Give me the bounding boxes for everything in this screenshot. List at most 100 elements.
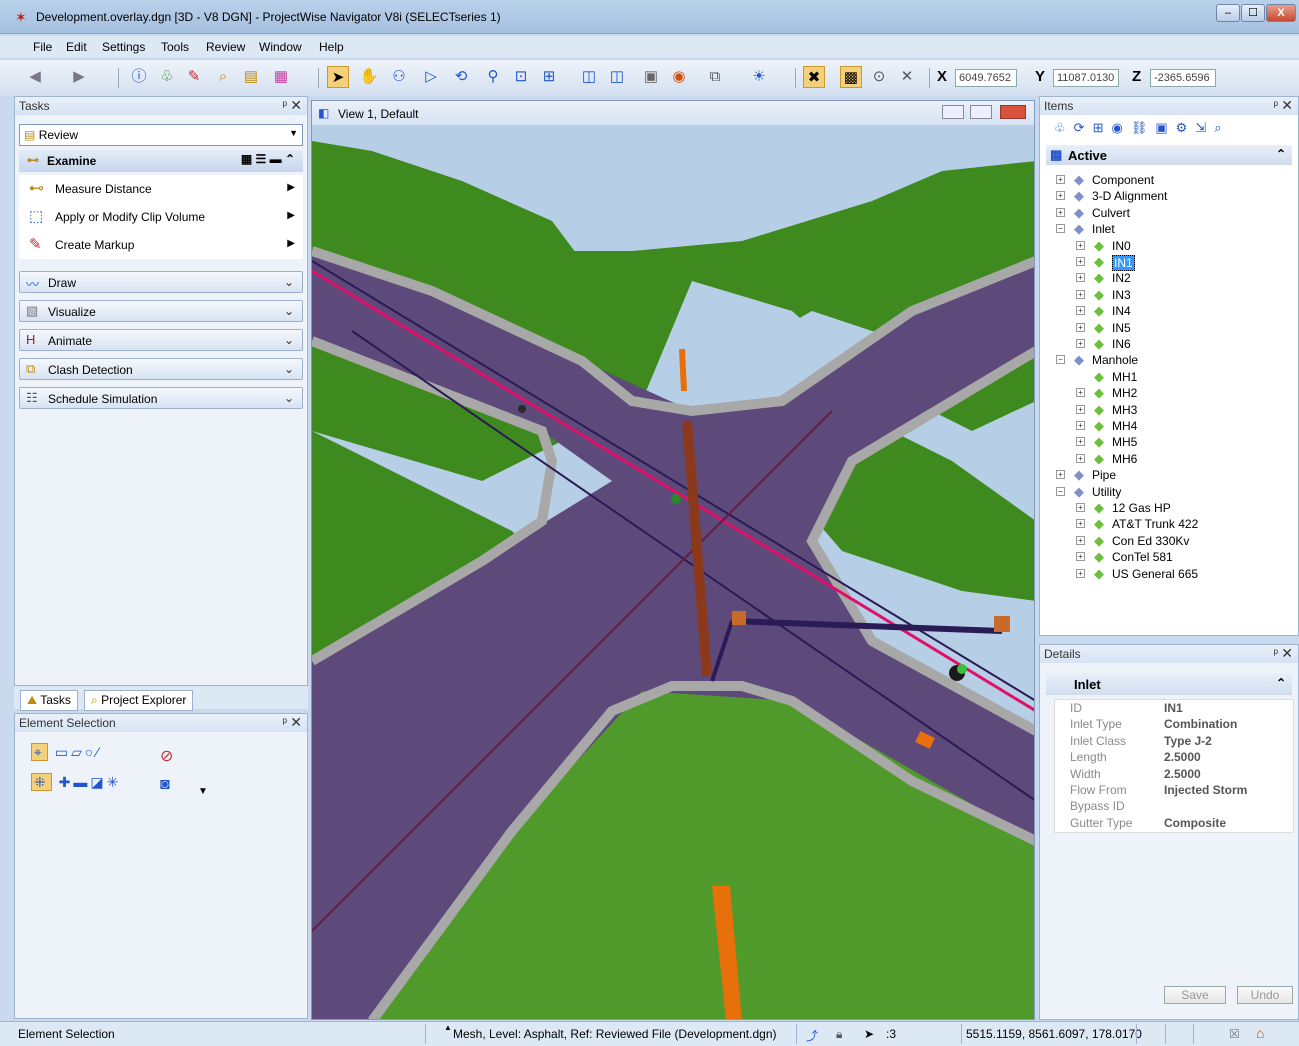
links-icon[interactable]: ⛓ bbox=[1131, 120, 1156, 135]
home-icon[interactable]: ⌂ bbox=[1256, 1025, 1264, 1041]
zoom-window-icon[interactable]: ⊡ bbox=[510, 66, 532, 88]
tree-node[interactable]: + ◆ IN1 bbox=[1040, 254, 1298, 271]
property-row[interactable]: Flow From Injected Storm bbox=[1054, 783, 1294, 799]
expand-toggle-icon[interactable]: + bbox=[1056, 207, 1065, 217]
tree-node[interactable]: − ◆ Inlet bbox=[1040, 221, 1298, 238]
lighting-icon[interactable]: ☀ bbox=[748, 66, 770, 88]
selection-tool-icon[interactable]: ◙ bbox=[160, 776, 170, 794]
circle-select-icon[interactable]: ○ bbox=[85, 744, 96, 760]
task-set-dropdown[interactable]: ▤ Review ▼ bbox=[19, 124, 303, 146]
tree-node[interactable]: ◆ MH1 bbox=[1040, 369, 1298, 386]
rotate-icon[interactable]: ⟲ bbox=[450, 66, 472, 88]
fly-icon[interactable]: ▷ bbox=[420, 66, 442, 88]
rectangle-select-icon[interactable]: ▭ bbox=[55, 744, 71, 760]
menu-settings[interactable]: Settings bbox=[102, 40, 145, 54]
search-sets-icon[interactable]: ◉ bbox=[1111, 120, 1130, 135]
property-row[interactable]: ID IN1 bbox=[1054, 701, 1294, 717]
expand-toggle-icon[interactable]: + bbox=[1076, 322, 1085, 332]
close-panel-icon[interactable]: ✕ bbox=[290, 714, 302, 731]
expand-toggle-icon[interactable]: + bbox=[1076, 519, 1085, 529]
tree-node[interactable]: − ◆ Utility bbox=[1040, 484, 1298, 501]
expand-toggle-icon[interactable]: + bbox=[1076, 339, 1085, 348]
examine-header[interactable]: ⊷ Examine ▦ ☰ ▬ ⌃ bbox=[19, 150, 303, 172]
display-style-icon[interactable]: ▦ bbox=[270, 66, 292, 88]
pin-icon[interactable]: ᵖ bbox=[282, 715, 287, 729]
subtract-selection-icon[interactable]: ▬ bbox=[73, 774, 90, 790]
view-close-button[interactable] bbox=[1000, 105, 1026, 119]
tree-node[interactable]: + ◆ 12 Gas HP bbox=[1040, 500, 1298, 517]
property-row[interactable]: Width 2.5000 bbox=[1054, 767, 1294, 783]
create-markup-task[interactable]: ✎ Create Markup ▶ bbox=[19, 231, 303, 259]
tree-node[interactable]: + ◆ AT&T Trunk 422 bbox=[1040, 516, 1298, 533]
undo-button[interactable]: Undo bbox=[1237, 986, 1293, 1004]
tree-node[interactable]: + ◆ MH5 bbox=[1040, 434, 1298, 451]
search-icon[interactable]: ⌕ bbox=[212, 66, 234, 88]
clear-selection-icon[interactable]: ⊘ bbox=[160, 746, 173, 766]
group-schedule-simulation[interactable]: ☷ Schedule Simulation ⌄ bbox=[19, 387, 303, 409]
more-options-arrow-icon[interactable]: ▼ bbox=[198, 786, 208, 797]
tree-node[interactable]: + ◆ Culvert bbox=[1040, 205, 1298, 222]
tree-node[interactable]: + ◆ Component bbox=[1040, 172, 1298, 189]
tree-node[interactable]: + ◆ Pipe bbox=[1040, 467, 1298, 484]
property-row[interactable]: Bypass ID bbox=[1054, 799, 1294, 815]
expand-toggle-icon[interactable]: − bbox=[1056, 355, 1065, 365]
fit-view-icon[interactable]: ⊞ bbox=[538, 66, 560, 88]
expand-toggle-icon[interactable]: + bbox=[1056, 470, 1065, 480]
tree-node[interactable]: + ◆ IN4 bbox=[1040, 303, 1298, 320]
save-button[interactable]: Save bbox=[1164, 986, 1226, 1004]
group-draw[interactable]: 〰 Draw ⌄ bbox=[19, 271, 303, 293]
info-icon[interactable]: ⓘ bbox=[128, 66, 150, 88]
menu-file[interactable]: File bbox=[33, 40, 52, 54]
active-header[interactable]: ▩ Active ⌃ bbox=[1046, 145, 1292, 165]
tree-node[interactable]: + ◆ 3-D Alignment bbox=[1040, 188, 1298, 205]
back-icon[interactable]: ◀ bbox=[24, 66, 46, 88]
target-icon[interactable]: ⊙ bbox=[868, 66, 890, 88]
filter-icon[interactable]: ⚙ bbox=[1176, 120, 1196, 135]
expand-toggle-icon[interactable]: + bbox=[1076, 404, 1085, 414]
expand-toggle-icon[interactable]: + bbox=[1076, 421, 1085, 430]
z-coordinate-field[interactable]: -2365.6596 bbox=[1150, 69, 1216, 87]
3d-scene[interactable] bbox=[312, 101, 1035, 1020]
selection-methods-row2[interactable]: ⁜ ✚▬◪✳ bbox=[31, 773, 122, 791]
tree-node[interactable]: + ◆ MH6 bbox=[1040, 451, 1298, 468]
minimize-button[interactable]: ‒ bbox=[1216, 4, 1240, 22]
view-restore-button[interactable] bbox=[970, 105, 992, 119]
cross-icon[interactable]: ✕ bbox=[896, 66, 918, 88]
tree-node[interactable]: + ◆ Con Ed 330Kv bbox=[1040, 533, 1298, 550]
expand-toggle-icon[interactable]: + bbox=[1076, 388, 1085, 398]
tree-node[interactable]: + ◆ IN2 bbox=[1040, 270, 1298, 287]
y-coordinate-field[interactable]: 11087.0130 bbox=[1053, 69, 1119, 87]
group-clash-detection[interactable]: ⧉ Clash Detection ⌄ bbox=[19, 358, 303, 380]
forward-icon[interactable]: ▶ bbox=[68, 66, 90, 88]
group-animate[interactable]: H Animate ⌄ bbox=[19, 329, 303, 351]
view-mode-icons[interactable]: ▦ ☰ ▬ ⌃ bbox=[241, 152, 295, 166]
close-button[interactable]: X bbox=[1266, 4, 1296, 22]
select-all-icon[interactable]: ✳ bbox=[107, 774, 122, 790]
items-tree-icon[interactable]: ♧ bbox=[1054, 120, 1074, 135]
properties-icon[interactable]: ▤ bbox=[240, 66, 262, 88]
find-icon[interactable]: ⌕ bbox=[1214, 120, 1229, 135]
pan-hand-icon[interactable]: ✋ bbox=[358, 66, 380, 88]
expand-toggle-icon[interactable]: + bbox=[1076, 257, 1085, 266]
expand-toggle-icon[interactable]: + bbox=[1076, 240, 1085, 250]
zoom-icon[interactable]: ⚲ bbox=[482, 66, 504, 88]
property-row[interactable]: Inlet Class Type J-2 bbox=[1054, 734, 1294, 750]
individual-select-icon[interactable]: ⌖ bbox=[31, 743, 48, 761]
x-coordinate-field[interactable]: 6049.7652 bbox=[955, 69, 1017, 87]
sync-icon[interactable]: ⟳ bbox=[1074, 120, 1093, 135]
details-section-header[interactable]: Inlet ⌃ bbox=[1046, 673, 1292, 695]
add-selection-icon[interactable]: ✚ bbox=[59, 774, 74, 790]
tab-project-explorer[interactable]: ⌕ Project Explorer bbox=[84, 690, 194, 711]
tree-node[interactable]: + ◆ MH2 bbox=[1040, 385, 1298, 402]
workspace-icon[interactable]: ☒ bbox=[1229, 1027, 1240, 1041]
tree-node[interactable]: + ◆ IN5 bbox=[1040, 320, 1298, 337]
export-icon[interactable]: ⇲ bbox=[1195, 120, 1214, 135]
expand-toggle-icon[interactable]: + bbox=[1056, 191, 1065, 201]
lock-icon[interactable]: 🔒︎ bbox=[836, 1027, 842, 1042]
expand-toggle-icon[interactable]: + bbox=[1076, 453, 1085, 463]
menu-help[interactable]: Help bbox=[319, 40, 344, 54]
camera-icon[interactable]: ▣ bbox=[640, 66, 662, 88]
view-window[interactable]: ◧ View 1, Default bbox=[311, 100, 1035, 1020]
tree-node[interactable]: + ◆ IN6 bbox=[1040, 336, 1298, 353]
menu-edit[interactable]: Edit bbox=[66, 40, 87, 54]
